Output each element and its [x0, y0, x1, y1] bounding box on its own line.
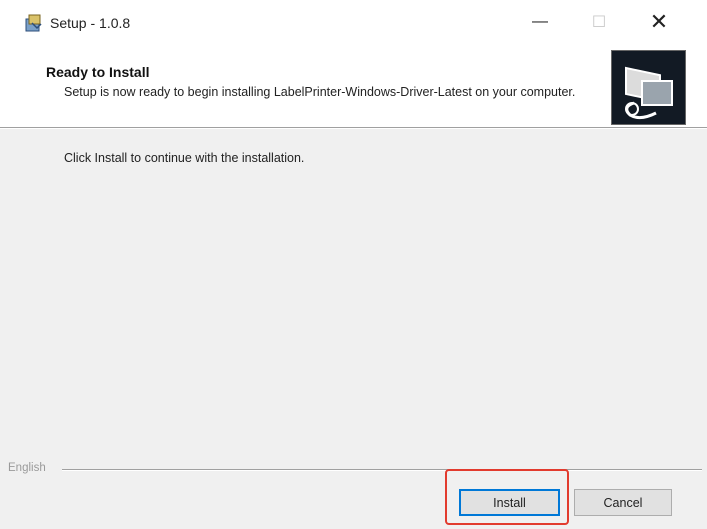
- wizard-header: Ready to Install Setup is now ready to b…: [0, 44, 707, 127]
- maximize-button[interactable]: ☐: [576, 6, 622, 38]
- page-title: Ready to Install: [46, 64, 150, 80]
- title-bar: Setup - 1.0.8 — ☐ ✕: [0, 0, 707, 44]
- footer-divider: [62, 469, 702, 471]
- header-divider: [0, 127, 707, 129]
- language-label: English: [8, 462, 50, 474]
- setup-window: Setup - 1.0.8 — ☐ ✕ Ready to Install Set…: [0, 0, 707, 529]
- install-instruction: Click Install to continue with the insta…: [64, 151, 305, 165]
- setup-app-icon: [24, 13, 44, 33]
- installer-computer-icon: [611, 50, 686, 125]
- window-title: Setup - 1.0.8: [50, 15, 131, 31]
- close-button[interactable]: ✕: [636, 6, 682, 38]
- page-subtitle: Setup is now ready to begin installing L…: [64, 85, 576, 99]
- minimize-button[interactable]: —: [517, 6, 563, 38]
- install-button[interactable]: Install: [459, 489, 560, 516]
- cancel-button[interactable]: Cancel: [574, 489, 672, 516]
